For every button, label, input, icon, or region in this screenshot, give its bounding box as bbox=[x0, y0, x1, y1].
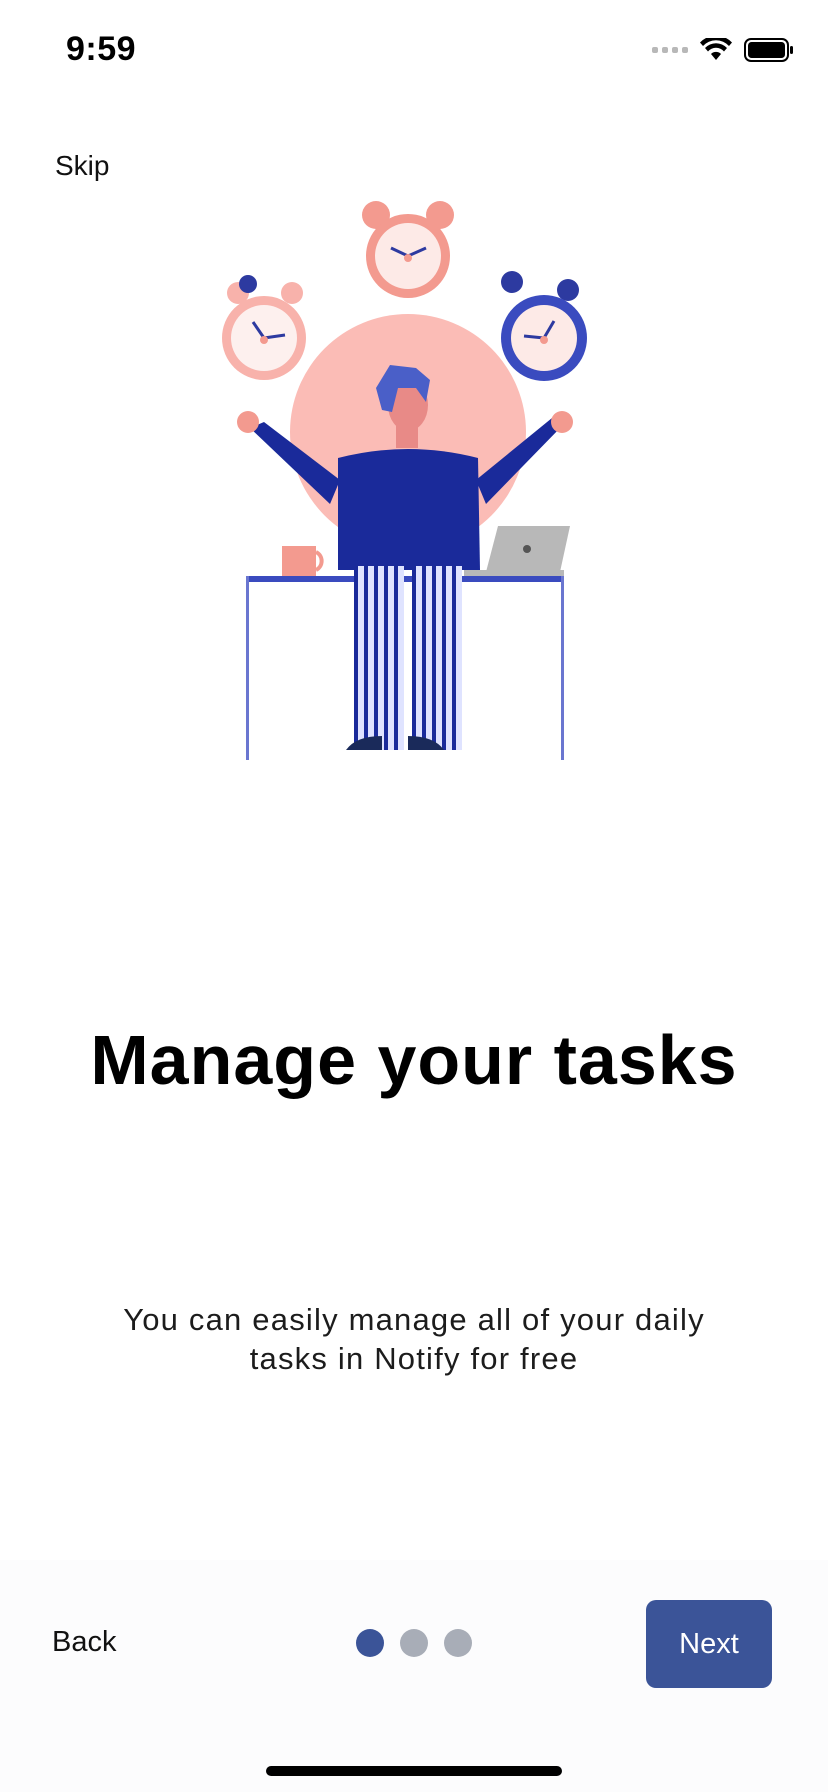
skip-button[interactable]: Skip bbox=[55, 150, 109, 182]
wifi-icon bbox=[700, 38, 732, 60]
page-indicator bbox=[356, 1629, 472, 1657]
status-bar: 9:59 bbox=[0, 0, 828, 100]
page-title: Manage your tasks bbox=[90, 1021, 738, 1099]
status-time: 9:59 bbox=[66, 30, 137, 68]
status-icons bbox=[652, 34, 794, 66]
page-description: You can easily manage all of your daily … bbox=[123, 1302, 705, 1376]
page-dot[interactable] bbox=[400, 1629, 428, 1657]
page-dot-active[interactable] bbox=[356, 1629, 384, 1657]
page-dot[interactable] bbox=[444, 1629, 472, 1657]
back-button[interactable]: Back bbox=[52, 1626, 116, 1659]
person-juggling-clocks-illustration bbox=[222, 201, 587, 760]
battery-icon bbox=[744, 38, 793, 62]
home-indicator bbox=[266, 1766, 562, 1776]
next-button[interactable]: Next bbox=[646, 1600, 772, 1688]
signal-icon bbox=[652, 47, 688, 53]
